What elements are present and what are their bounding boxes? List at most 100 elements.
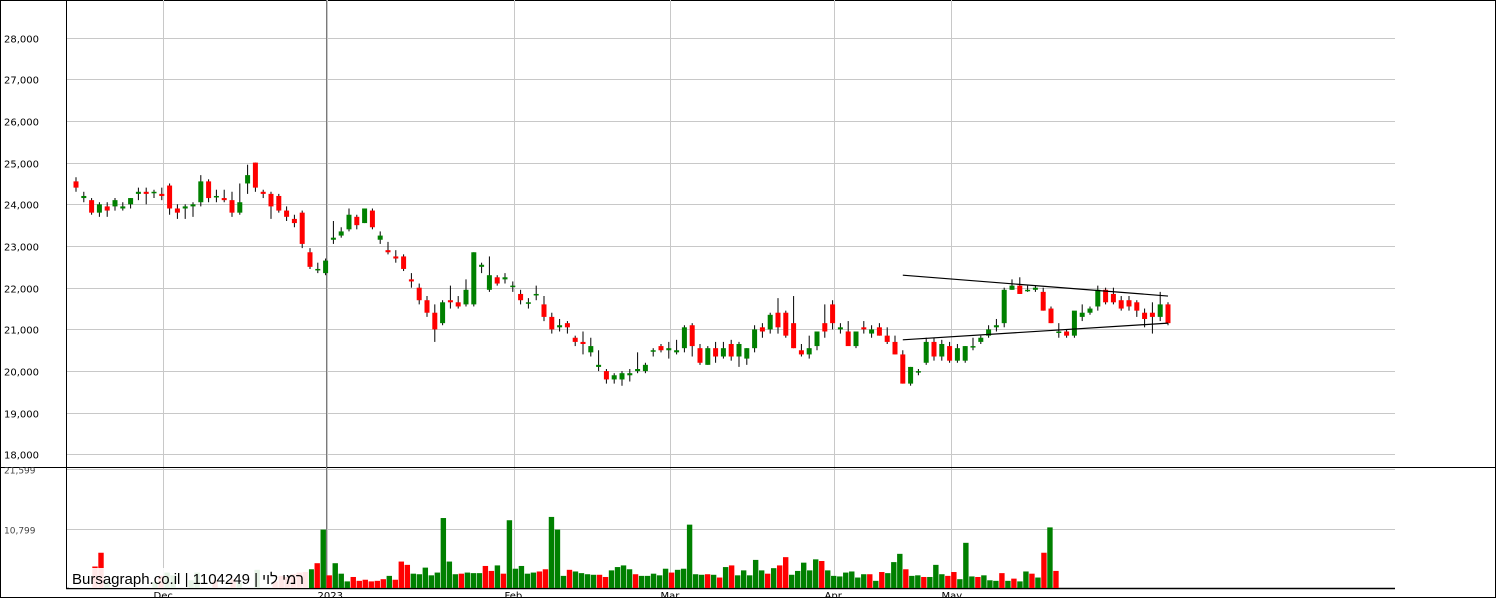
- volume-bar: [530, 572, 537, 588]
- candle-body: [1017, 285, 1023, 294]
- candle-body: [354, 216, 360, 226]
- volume-bar: [1053, 570, 1059, 588]
- candle: [627, 369, 633, 382]
- volume-axis: 10,799 21,599: [4, 467, 36, 537]
- volume-bar: [843, 572, 849, 588]
- candle-body: [128, 198, 134, 205]
- candle: [681, 325, 687, 353]
- candle-body: [479, 264, 485, 267]
- candle: [1040, 287, 1046, 311]
- grid: [0, 0, 1496, 590]
- volume-bar: [542, 569, 549, 588]
- volume-bar: [338, 573, 344, 588]
- candle: [401, 254, 407, 272]
- candle: [837, 323, 843, 334]
- volume-bar: [861, 574, 867, 588]
- candle: [1032, 285, 1038, 292]
- candle-body: [978, 337, 984, 342]
- candle-body: [1079, 312, 1085, 317]
- candle-body: [791, 323, 797, 349]
- volume-bar: [434, 572, 441, 588]
- candle-body: [237, 202, 243, 213]
- candle-body: [884, 335, 890, 342]
- volume-bar: [788, 574, 795, 588]
- volume-bar: [698, 574, 705, 588]
- candle-body: [268, 193, 274, 207]
- candle: [674, 339, 680, 355]
- volume-bar: [740, 570, 747, 588]
- candle-body: [525, 302, 531, 304]
- candle-body: [486, 275, 492, 290]
- candles: [73, 162, 1171, 386]
- volume-bar: [356, 580, 362, 588]
- volume-bar: [656, 575, 663, 588]
- volume-bar: [921, 576, 927, 588]
- candle: [330, 220, 336, 244]
- volume-tick-label: 21,599: [4, 467, 36, 477]
- candle: [931, 337, 937, 361]
- candle: [377, 231, 383, 244]
- candle-body: [1095, 289, 1101, 307]
- candle-body: [143, 191, 149, 194]
- candle: [463, 279, 469, 307]
- candle-body: [471, 252, 477, 305]
- volume-bar: [752, 559, 759, 588]
- candle-body: [830, 304, 836, 324]
- candle-body: [1040, 291, 1046, 311]
- candle-body: [658, 346, 664, 351]
- candle: [252, 162, 258, 192]
- candle: [970, 337, 976, 351]
- candle-body: [666, 348, 672, 351]
- candle-body: [1165, 304, 1171, 324]
- volume-bar: [320, 529, 326, 588]
- candle: [798, 343, 804, 357]
- candle: [783, 310, 789, 338]
- volume-bar: [332, 563, 338, 588]
- volume-bar: [819, 561, 825, 588]
- candle: [923, 337, 929, 365]
- candle-body: [167, 185, 173, 209]
- candle: [424, 296, 430, 317]
- candle: [307, 248, 313, 269]
- candle: [174, 204, 180, 219]
- candle-body: [120, 206, 126, 209]
- candle-body: [650, 350, 656, 352]
- candle: [206, 179, 212, 203]
- candle: [564, 321, 570, 334]
- volume-bar: [404, 564, 411, 588]
- volume-bar: [554, 529, 561, 588]
- candle: [167, 183, 173, 215]
- volume-bar: [770, 568, 777, 588]
- volume-bar: [933, 564, 939, 588]
- candle: [354, 214, 360, 230]
- volume-bar: [1029, 573, 1035, 588]
- price-tick-label: 22,000: [4, 285, 39, 296]
- candle-body: [845, 331, 851, 347]
- candle: [1087, 306, 1093, 315]
- volume-bar: [626, 569, 633, 588]
- volume-bar: [710, 574, 717, 588]
- watermark-separator: |: [180, 571, 192, 588]
- volume-bar: [644, 575, 651, 588]
- candle: [229, 191, 235, 217]
- candle-body: [96, 204, 102, 213]
- candle: [806, 335, 812, 359]
- candle: [962, 346, 968, 363]
- volume-bar: [368, 581, 374, 588]
- volume-bar: [428, 575, 435, 588]
- candle-body: [174, 208, 180, 213]
- price-tick-label: 26,000: [4, 118, 39, 129]
- volume-bar: [380, 579, 386, 588]
- candle-body: [783, 312, 789, 336]
- candle-body: [689, 325, 695, 347]
- candle: [346, 208, 352, 232]
- candle: [471, 252, 477, 307]
- candle-body: [112, 200, 118, 207]
- candle: [198, 175, 204, 207]
- candle: [619, 371, 625, 386]
- volume-bar: [650, 573, 657, 588]
- candle: [479, 262, 485, 274]
- candle: [268, 191, 274, 219]
- candle-body: [307, 252, 313, 267]
- candle-body: [104, 206, 110, 211]
